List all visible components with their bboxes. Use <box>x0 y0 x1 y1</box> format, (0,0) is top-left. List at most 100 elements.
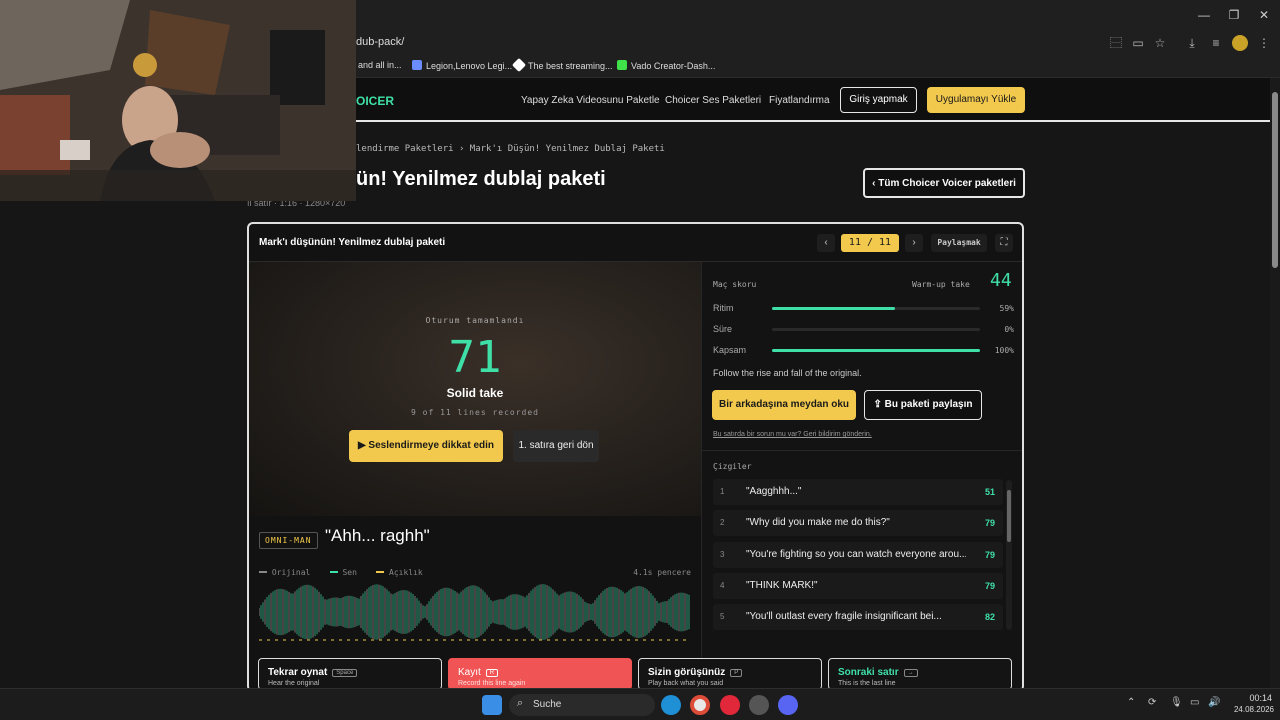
lines-scrollbar[interactable] <box>1006 480 1012 630</box>
login-button[interactable]: Giriş yapmak <box>840 87 917 113</box>
line-score: 79 <box>984 518 995 528</box>
line-text: "THINK MARK!" <box>746 580 818 591</box>
edge-icon[interactable] <box>661 695 681 715</box>
microphone-icon[interactable]: 🎙 <box>1170 697 1183 708</box>
metric-duration-pct: 0% <box>1004 325 1014 334</box>
speaker-tag: OMNI-MAN <box>259 532 318 549</box>
line-item[interactable]: 4 "THINK MARK!" 79 <box>713 573 1003 599</box>
replay-button[interactable]: Tekrar oynat Space Hear the original <box>258 658 442 690</box>
session-verdict: Solid take <box>446 386 504 400</box>
obs-icon[interactable] <box>749 695 769 715</box>
session-label: Oturum tamamlandı <box>425 316 525 325</box>
tray-app-icon[interactable]: ⟳ <box>1148 697 1156 708</box>
webcam-image <box>0 0 356 201</box>
volume-icon[interactable]: 🔊 <box>1208 697 1220 708</box>
feedback-link[interactable]: Bu satırda bir sorun mu var? Geri bildir… <box>713 431 872 438</box>
lenovo-icon <box>412 60 422 70</box>
metric-rhythm-pct: 59% <box>999 304 1014 313</box>
line-text: "Why did you make me do this?" <box>746 517 890 528</box>
line-item[interactable]: 3 "You're fighting so you can watch ever… <box>713 542 1003 568</box>
record-button[interactable]: Kayıt R Record this line again <box>448 658 632 690</box>
fullscreen-icon[interactable]: ⛶ <box>995 234 1013 252</box>
key-hint: Space <box>332 669 358 677</box>
opera-icon[interactable] <box>720 695 740 715</box>
page-scrollbar[interactable] <box>1270 78 1280 688</box>
nav-voice-packs[interactable]: Choicer Ses Paketleri <box>665 95 761 106</box>
tray-chevron-icon[interactable]: ⌃ <box>1127 697 1135 708</box>
bookmark-item[interactable]: Vado Creator-Dash... <box>617 60 715 71</box>
clock-time[interactable]: 00:14 <box>1230 693 1272 703</box>
score-panel: Maç skoru Warm-up take 44 Ritim 59% Süre… <box>701 262 1022 690</box>
page-content: lendirme Paketleri › Mark'ı Düşün! Yenil… <box>0 122 1270 692</box>
display-icon[interactable]: ▭ <box>1190 697 1199 708</box>
metric-rhythm-bar <box>772 307 980 310</box>
taskbar: ⌕ Suche ⌃ ⟳ 🎙 ▭ 🔊 00:14 24.08.2026 <box>0 688 1280 720</box>
bookmark-star-icon[interactable]: ☆ <box>1152 35 1168 51</box>
discord-icon[interactable] <box>778 695 798 715</box>
line-item[interactable]: 2 "Why did you make me do this?" 79 <box>713 510 1003 536</box>
line-item[interactable]: 5 "You'll outlast every fragile insignif… <box>713 604 1003 630</box>
taskbar-search[interactable]: ⌕ Suche <box>509 694 655 716</box>
streaming-icon <box>511 57 527 73</box>
webcam-overlay <box>0 0 356 201</box>
metric-coverage-label: Kapsam <box>713 345 747 355</box>
install-app-button[interactable]: Uygulamayı Yükle <box>927 87 1025 113</box>
bookmark-item[interactable]: The best streaming... <box>511 57 613 73</box>
line-text: "You'll outlast every fragile insignific… <box>746 611 942 622</box>
share-button[interactable]: Paylaşmak <box>931 234 987 252</box>
watch-dub-button[interactable]: ▶ Seslendirmeye dikkat edin <box>349 430 503 462</box>
prev-line-button[interactable]: ‹ <box>817 234 835 252</box>
metric-coverage-bar <box>772 349 980 352</box>
divider <box>702 450 1022 451</box>
card-header: Mark'ı düşünün! Yenilmez dublaj paketi ‹… <box>249 224 1022 262</box>
download-icon[interactable]: ⤓ <box>1184 35 1200 51</box>
legend-swatch <box>259 571 267 573</box>
maximize-button[interactable]: ❐ <box>1220 5 1248 25</box>
your-take-button[interactable]: Sizin görüşünüz P Play back what you said <box>638 658 822 690</box>
playlist-icon[interactable]: ≡ <box>1208 35 1224 51</box>
next-line-button[interactable]: › <box>905 234 923 252</box>
line-score: 79 <box>984 550 995 560</box>
share-pack-button[interactable]: ⇪ Bu paketi paylaşın <box>864 390 982 420</box>
warmup-label: Warm-up take <box>912 280 970 289</box>
warmup-score: 44 <box>990 270 1012 291</box>
match-hint: Follow the rise and fall of the original… <box>713 368 862 378</box>
url-field[interactable]: dub-pack/ <box>356 36 404 48</box>
bookmark-item[interactable]: Legion,Lenovo Legi... <box>412 60 512 71</box>
site-logo[interactable]: OICER <box>356 94 394 108</box>
metric-duration-bar <box>772 328 980 331</box>
nav-pricing[interactable]: Fiyatlandırma <box>769 95 830 106</box>
menu-dots-icon[interactable]: ⋮ <box>1256 35 1272 51</box>
key-hint: P <box>730 669 743 677</box>
chrome-icon[interactable] <box>690 695 710 715</box>
challenge-friend-button[interactable]: Bir arkadaşına meydan oku <box>712 390 856 420</box>
legend-swatch <box>376 571 385 573</box>
cast-icon[interactable]: ▭ <box>1130 35 1146 51</box>
translate-icon[interactable]: ⿱ <box>1108 35 1124 51</box>
close-window-button[interactable]: ✕ <box>1250 5 1278 25</box>
current-quote: "Ahh... raghh" <box>325 526 430 545</box>
search-icon: ⌕ <box>517 697 524 709</box>
clock-date[interactable]: 24.08.2026 <box>1222 705 1274 714</box>
window-length: 4.1s pencere <box>633 568 691 577</box>
all-packs-button[interactable]: ‹ Tüm Choicer Voicer paketleri <box>863 168 1025 198</box>
line-item[interactable]: 1 "Aagghhh..." 51 <box>713 479 1003 505</box>
match-score-label: Maç skoru <box>713 280 757 289</box>
waveform <box>259 584 691 641</box>
metric-coverage-pct: 100% <box>994 346 1014 355</box>
metric-rhythm-label: Ritim <box>713 303 734 313</box>
back-to-line-1-button[interactable]: 1. satıra geri dön <box>513 430 599 462</box>
lines-scrollbar-thumb[interactable] <box>1007 490 1011 542</box>
page-title: ün! Yenilmez dublaj paketi <box>356 168 606 190</box>
metric-duration-label: Süre <box>713 324 733 334</box>
profile-avatar-icon[interactable] <box>1232 35 1248 51</box>
page-scrollbar-thumb[interactable] <box>1272 92 1278 268</box>
breadcrumb[interactable]: lendirme Paketleri › Mark'ı Düşün! Yenil… <box>356 144 665 154</box>
nav-video-pack[interactable]: Yapay Zeka Videosunu Paketle <box>521 95 660 106</box>
legend-original: Orijinal <box>259 568 310 577</box>
next-line-bottom-button[interactable]: Sonraki satır → This is the last line <box>828 658 1012 690</box>
line-score: 82 <box>984 612 995 622</box>
windows-start-icon[interactable] <box>482 695 502 715</box>
bookmark-item[interactable]: and all in... <box>358 60 402 70</box>
minimize-button[interactable]: — <box>1190 5 1218 25</box>
